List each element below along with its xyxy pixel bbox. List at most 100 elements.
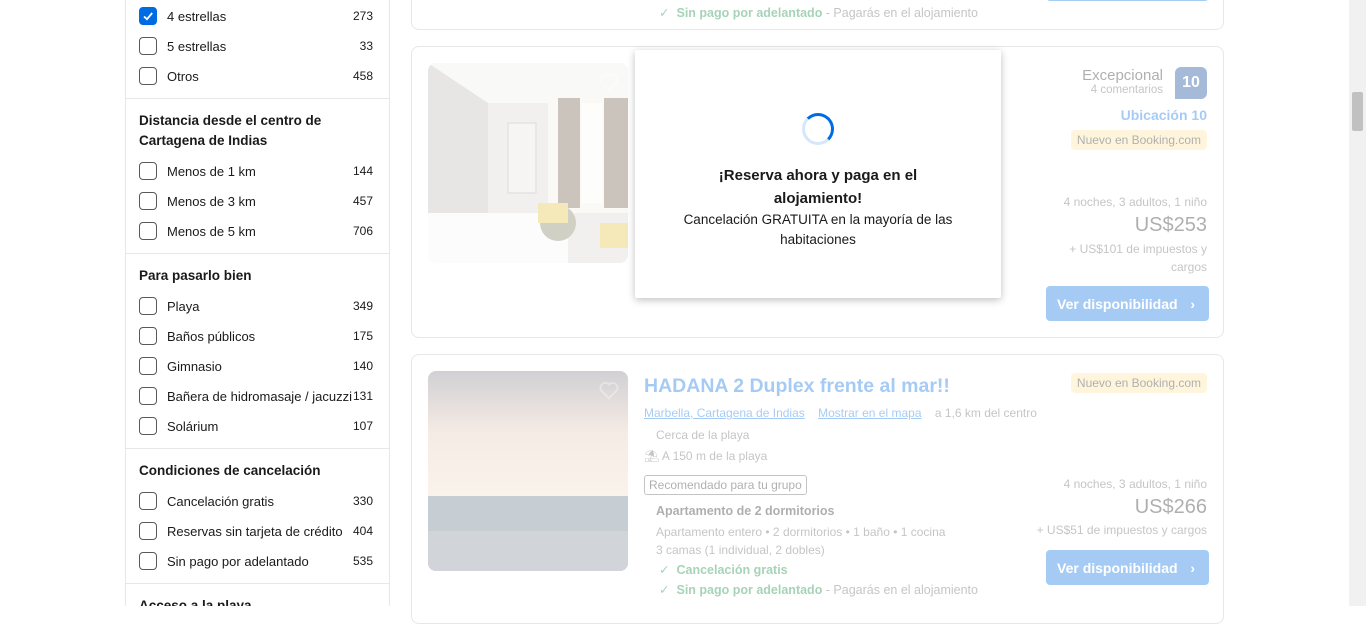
checkbox-icon[interactable] bbox=[139, 37, 157, 55]
filter-label: Baños públicos bbox=[167, 328, 256, 344]
location-link[interactable]: Marbella, Cartagena de Indias bbox=[644, 406, 805, 420]
bed-info: 3 camas (1 individual, 2 dobles) bbox=[656, 543, 825, 557]
availability-button-previous[interactable] bbox=[1046, 0, 1209, 1]
cancellation-group-title: Condiciones de cancelación bbox=[139, 463, 321, 478]
filter-count: 144 bbox=[352, 164, 373, 178]
filter-count: 273 bbox=[352, 9, 373, 23]
checkbox-icon[interactable] bbox=[139, 67, 157, 85]
stay-summary: 4 noches, 3 adultos, 1 niño bbox=[1063, 195, 1207, 209]
filter-no-credit-card[interactable]: Reservas sin tarjeta de crédito 404 bbox=[139, 519, 373, 543]
fun-group-title: Para pasarlo bien bbox=[139, 268, 252, 283]
property-photo[interactable] bbox=[428, 371, 628, 571]
see-availability-label: Ver disponibilidad bbox=[1057, 559, 1178, 576]
beach-distance: A 150 m de la playa bbox=[661, 449, 768, 463]
unit-description: Apartamento entero • 2 dormitorios • 1 b… bbox=[656, 525, 946, 539]
no-prepayment-line: ✓ Sin pago por adelantado - Pagarás en e… bbox=[659, 5, 978, 20]
review-count: 4 comentarios bbox=[1090, 84, 1163, 96]
filter-distance-5km[interactable]: Menos de 5 km 706 bbox=[139, 219, 373, 243]
divider bbox=[126, 583, 389, 584]
checkbox-icon[interactable] bbox=[139, 222, 157, 240]
near-beach-label: Cerca de la playa bbox=[656, 428, 750, 442]
beach-distance-line: ⛱ A 150 m de la playa bbox=[644, 449, 767, 463]
chevron-right-icon: › bbox=[1190, 559, 1195, 576]
stay-summary: 4 noches, 3 adultos, 1 niño bbox=[1063, 477, 1207, 491]
checkbox-icon[interactable] bbox=[139, 387, 157, 405]
unit-title: Apartamento de 2 dormitorios bbox=[656, 504, 835, 518]
filter-count: 140 bbox=[352, 359, 373, 373]
filter-label: Reservas sin tarjeta de crédito bbox=[167, 523, 343, 539]
check-icon: ✓ bbox=[659, 6, 670, 20]
recommended-badge: Recomendado para tu grupo bbox=[644, 475, 807, 495]
filter-count: 330 bbox=[352, 494, 373, 508]
see-availability-button[interactable]: Ver disponibilidad › bbox=[1046, 550, 1209, 585]
filter-others[interactable]: Otros 458 bbox=[139, 64, 373, 88]
filter-label: 4 estrellas bbox=[167, 8, 227, 24]
overlay-title: ¡Reserva ahora y paga en el alojamiento! bbox=[718, 167, 918, 207]
filter-5-stars[interactable]: 5 estrellas 33 bbox=[139, 34, 373, 58]
no-prepayment-note: - Pagarás en el alojamiento bbox=[822, 583, 978, 597]
filter-free-cancellation[interactable]: Cancelación gratis 330 bbox=[139, 489, 373, 513]
show-on-map-link[interactable]: Mostrar en el mapa bbox=[818, 406, 921, 420]
beach-access-group-title: Acceso a la playa bbox=[139, 598, 252, 606]
property-photo[interactable] bbox=[428, 63, 628, 263]
price: US$266 bbox=[1134, 496, 1207, 518]
free-cancellation-line: ✓ Cancelación gratis bbox=[659, 562, 788, 577]
filter-beach[interactable]: Playa 349 bbox=[139, 294, 373, 318]
filter-label: Menos de 1 km bbox=[167, 163, 256, 179]
see-availability-button[interactable]: Ver disponibilidad › bbox=[1046, 286, 1209, 321]
checkbox-icon[interactable] bbox=[139, 492, 157, 510]
checkbox-icon[interactable] bbox=[139, 357, 157, 375]
checkbox-icon[interactable] bbox=[139, 417, 157, 435]
rating-word: Excepcional bbox=[1082, 67, 1163, 84]
property-card-2: HADANA 2 Duplex frente al mar!! Marbella… bbox=[411, 354, 1224, 624]
taxes-note: + US$101 de impuestos y cargos bbox=[1069, 242, 1207, 274]
heart-icon[interactable] bbox=[598, 71, 620, 93]
divider bbox=[126, 98, 389, 99]
filter-solarium[interactable]: Solárium 107 bbox=[139, 414, 373, 438]
check-icon: ✓ bbox=[659, 583, 670, 597]
filter-gym[interactable]: Gimnasio 140 bbox=[139, 354, 373, 378]
filter-count: 131 bbox=[352, 389, 373, 403]
review-score-badge[interactable]: 10 bbox=[1175, 67, 1207, 99]
filter-label: Menos de 3 km bbox=[167, 193, 256, 209]
chevron-right-icon: › bbox=[1190, 295, 1195, 312]
filter-count: 535 bbox=[352, 554, 373, 568]
property-title[interactable]: HADANA 2 Duplex frente al mar!! bbox=[644, 375, 950, 398]
filter-no-prepayment[interactable]: Sin pago por adelantado 535 bbox=[139, 549, 373, 573]
filter-label: Menos de 5 km bbox=[167, 223, 256, 239]
divider bbox=[126, 448, 389, 449]
page-scrollbar[interactable] bbox=[1349, 0, 1366, 606]
taxes-note: + US$51 de impuestos y cargos bbox=[1036, 523, 1207, 537]
filter-label: Solárium bbox=[167, 418, 219, 434]
filter-4-stars[interactable]: 4 estrellas 273 bbox=[139, 4, 373, 28]
beach-umbrella-icon: ⛱ bbox=[644, 449, 660, 463]
scrollbar-thumb[interactable] bbox=[1352, 92, 1363, 131]
loading-spinner-icon bbox=[802, 113, 834, 145]
see-availability-label: Ver disponibilidad bbox=[1057, 295, 1178, 312]
distance-group-title: Distancia desde el centro de Cartagena d… bbox=[139, 113, 322, 148]
checkbox-icon[interactable] bbox=[139, 522, 157, 540]
property-card-previous: ✓ Sin pago por adelantado - Pagarás en e… bbox=[411, 0, 1224, 30]
checkbox-icon[interactable] bbox=[139, 162, 157, 180]
new-on-booking-badge: Nuevo en Booking.com bbox=[1070, 130, 1207, 150]
filter-distance-3km[interactable]: Menos de 3 km 457 bbox=[139, 189, 373, 213]
location-line: Marbella, Cartagena de Indias Mostrar en… bbox=[644, 406, 1037, 420]
distance-from-center: a 1,6 km del centro bbox=[934, 406, 1037, 420]
filter-count: 404 bbox=[352, 524, 373, 538]
checkbox-icon[interactable] bbox=[139, 297, 157, 315]
divider bbox=[126, 253, 389, 254]
checkbox-icon[interactable] bbox=[139, 552, 157, 570]
filter-jacuzzi[interactable]: Bañera de hidromasaje / jacuzzi 131 bbox=[139, 384, 373, 408]
checkbox-icon[interactable] bbox=[139, 327, 157, 345]
heart-icon[interactable] bbox=[598, 379, 620, 401]
checkbox-checked-icon[interactable] bbox=[139, 7, 157, 25]
checkbox-icon[interactable] bbox=[139, 192, 157, 210]
beach-photo-image bbox=[428, 371, 628, 571]
no-prepayment-label: Sin pago por adelantado bbox=[676, 6, 823, 20]
loading-overlay: ¡Reserva ahora y paga en el alojamiento!… bbox=[635, 50, 1001, 298]
filter-label: Otros bbox=[167, 68, 199, 84]
filter-label: Sin pago por adelantado bbox=[167, 553, 309, 569]
rating-block: Excepcional 4 comentarios bbox=[1082, 67, 1163, 96]
filter-public-baths[interactable]: Baños públicos 175 bbox=[139, 324, 373, 348]
filter-distance-1km[interactable]: Menos de 1 km 144 bbox=[139, 159, 373, 183]
